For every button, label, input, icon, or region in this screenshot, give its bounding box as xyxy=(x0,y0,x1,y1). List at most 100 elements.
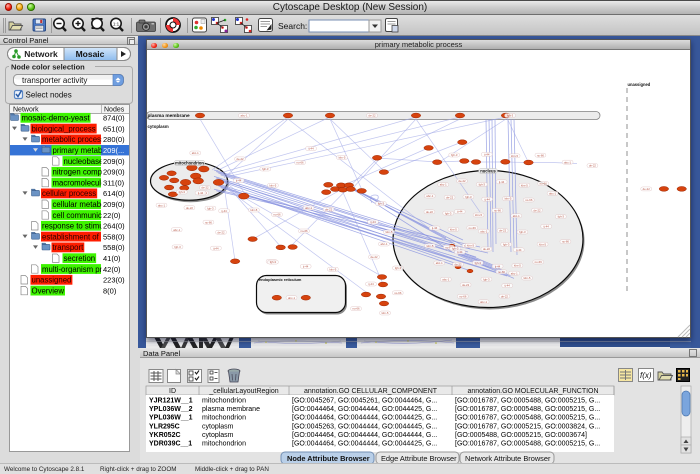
svg-text:klm-5: klm-5 xyxy=(539,242,546,246)
svg-text:abc-1: abc-1 xyxy=(192,151,199,155)
svg-text:annotation.GO MOLECULAR_FUNCTI: annotation.GO MOLECULAR_FUNCTION xyxy=(467,388,598,395)
svg-text:ij-44: ij-44 xyxy=(221,209,227,213)
svg-text:unassigned: unassigned xyxy=(628,82,651,87)
svg-text:651(0): 651(0) xyxy=(103,124,125,133)
svg-text:fgh-3: fgh-3 xyxy=(558,215,565,219)
svg-text:Nodes: Nodes xyxy=(104,107,125,114)
svg-text:ID: ID xyxy=(169,388,176,395)
svg-text:no-66: no-66 xyxy=(394,291,402,295)
svg-text:YJR121W__1: YJR121W__1 xyxy=(149,398,193,405)
svg-text:ij-44: ij-44 xyxy=(198,191,204,195)
svg-text:abc-1: abc-1 xyxy=(426,194,433,198)
svg-text:cellular metabo: cellular metabo xyxy=(53,200,107,209)
svg-text:mitochondrion: mitochondrion xyxy=(202,415,246,422)
svg-text:endoplasmic reticulum: endoplasmic reticulum xyxy=(259,277,302,282)
svg-text:no-66: no-66 xyxy=(300,229,308,233)
svg-text:209(...: 209(... xyxy=(103,146,124,155)
svg-text:no-66: no-66 xyxy=(296,161,304,165)
svg-text:abc-1: abc-1 xyxy=(480,229,487,233)
svg-text:de-22: de-22 xyxy=(454,263,462,267)
svg-text:YDR039C__1: YDR039C__1 xyxy=(149,441,192,448)
svg-text:Node Attribute Browser: Node Attribute Browser xyxy=(287,454,370,463)
svg-text:transport: transport xyxy=(53,243,85,252)
svg-text:f(x): f(x) xyxy=(640,371,652,380)
svg-text:cytoplasm: cytoplasm xyxy=(202,432,234,439)
svg-text:no-66: no-66 xyxy=(540,182,548,186)
svg-text:abc-1: abc-1 xyxy=(305,206,312,210)
svg-text:abc-1: abc-1 xyxy=(442,278,449,282)
svg-text:abc-1: abc-1 xyxy=(173,228,180,232)
svg-text:no-66: no-66 xyxy=(273,213,281,217)
svg-text:de-22: de-22 xyxy=(368,114,376,118)
svg-text:223(0): 223(0) xyxy=(103,276,125,285)
svg-text:Node color selection: Node color selection xyxy=(11,63,85,72)
svg-text:fgh-3: fgh-3 xyxy=(483,277,490,281)
svg-text:establishment of lo: establishment of lo xyxy=(42,232,108,241)
svg-text:fgh-3: fgh-3 xyxy=(207,206,214,210)
svg-text:ij-44: ij-44 xyxy=(484,153,490,157)
svg-text:plasma membrane: plasma membrane xyxy=(148,113,190,119)
svg-text:mitochondrion: mitochondrion xyxy=(202,398,246,405)
svg-text:[GO:0044464, GO:0044444, GO:00: [GO:0044464, GO:0044444, GO:0044425, G..… xyxy=(292,441,437,448)
svg-text:fgh-3: fgh-3 xyxy=(465,195,472,199)
svg-text:fgh-3: fgh-3 xyxy=(174,245,181,249)
svg-text:klm-5: klm-5 xyxy=(382,311,389,315)
svg-text:no-66: no-66 xyxy=(498,270,506,274)
svg-text:ij-44: ij-44 xyxy=(457,210,463,214)
svg-text:no-66: no-66 xyxy=(525,198,533,202)
svg-text:fgh-3: fgh-3 xyxy=(519,230,526,234)
svg-text:de-22: de-22 xyxy=(446,196,454,200)
svg-text:de-22: de-22 xyxy=(201,186,209,190)
svg-text:abc-1: abc-1 xyxy=(480,300,487,304)
svg-text:YLR295C: YLR295C xyxy=(149,423,180,430)
svg-text:558(0): 558(0) xyxy=(103,243,125,252)
svg-text:multi-organism pro: multi-organism pro xyxy=(42,265,107,274)
svg-text:ij-44: ij-44 xyxy=(236,179,242,183)
svg-text:de-22: de-22 xyxy=(483,247,491,251)
svg-text:de-22: de-22 xyxy=(370,255,378,259)
svg-text:fgh-3: fgh-3 xyxy=(503,243,510,247)
svg-text:ij-44: ij-44 xyxy=(213,246,219,250)
svg-text:abc-1: abc-1 xyxy=(381,242,388,246)
svg-text:41(0): 41(0) xyxy=(103,254,121,263)
svg-text:de-22: de-22 xyxy=(643,187,651,191)
svg-text:ij-44: ij-44 xyxy=(484,197,490,201)
svg-text:klm-5: klm-5 xyxy=(521,183,528,187)
svg-text:[GO:0005488, GO:0005215, GO:00: [GO:0005488, GO:0005215, GO:0003674] xyxy=(455,432,587,439)
svg-text:209(0): 209(0) xyxy=(103,200,125,209)
svg-text:de-22: de-22 xyxy=(533,208,541,212)
svg-text:8(0): 8(0) xyxy=(103,286,117,295)
svg-text:cell communicat: cell communicat xyxy=(53,211,110,220)
svg-text:abc-1: abc-1 xyxy=(513,214,520,218)
svg-text:fgh-3: fgh-3 xyxy=(395,266,402,270)
svg-text:874(0): 874(0) xyxy=(103,114,125,123)
svg-text:fgh-3: fgh-3 xyxy=(479,183,486,187)
svg-text:no-66: no-66 xyxy=(494,209,502,213)
svg-text:de-22: de-22 xyxy=(236,157,244,161)
svg-text:ij-44: ij-44 xyxy=(499,180,505,184)
svg-text:primary metabo: primary metabo xyxy=(53,146,108,155)
svg-text:metabolic process: metabolic process xyxy=(42,135,105,144)
svg-text:311(0): 311(0) xyxy=(103,178,125,187)
svg-text:abc-1: abc-1 xyxy=(241,114,248,118)
svg-text:fgh-3: fgh-3 xyxy=(179,190,186,194)
svg-text:no-66: no-66 xyxy=(459,295,467,299)
svg-text:cytoplasm: cytoplasm xyxy=(202,423,234,430)
svg-text:Network: Network xyxy=(13,107,39,114)
svg-text:abc-1: abc-1 xyxy=(564,160,571,164)
svg-text:Network Attribute Browser: Network Attribute Browser xyxy=(465,454,551,463)
svg-text:264(0): 264(0) xyxy=(103,222,125,231)
svg-text:klm-5: klm-5 xyxy=(269,184,276,188)
svg-text:klm-5: klm-5 xyxy=(427,244,434,248)
svg-text:abc-1: abc-1 xyxy=(440,183,447,187)
svg-text:de-22: de-22 xyxy=(462,283,470,287)
svg-text:Mosaic: Mosaic xyxy=(76,49,105,59)
svg-text:nucleus: nucleus xyxy=(480,168,496,173)
svg-text:[GO:0044464, GO:0044444, GO:00: [GO:0044464, GO:0044444, GO:0044444, G..… xyxy=(292,432,437,439)
svg-text:abc-1: abc-1 xyxy=(511,271,518,275)
svg-text:[GO:0044464, GO:0044444, GO:00: [GO:0044464, GO:0044444, GO:0044425, G..… xyxy=(292,406,437,413)
svg-text:[GO:0016787, GO:0005215, GO:00: [GO:0016787, GO:0005215, GO:0003824, G..… xyxy=(455,423,600,430)
svg-text:de-22: de-22 xyxy=(426,210,434,214)
svg-text:Search:: Search: xyxy=(278,21,307,31)
svg-text:[GO:0045267, GO:0045261, GO:00: [GO:0045267, GO:0045261, GO:0044464, G..… xyxy=(292,398,437,405)
